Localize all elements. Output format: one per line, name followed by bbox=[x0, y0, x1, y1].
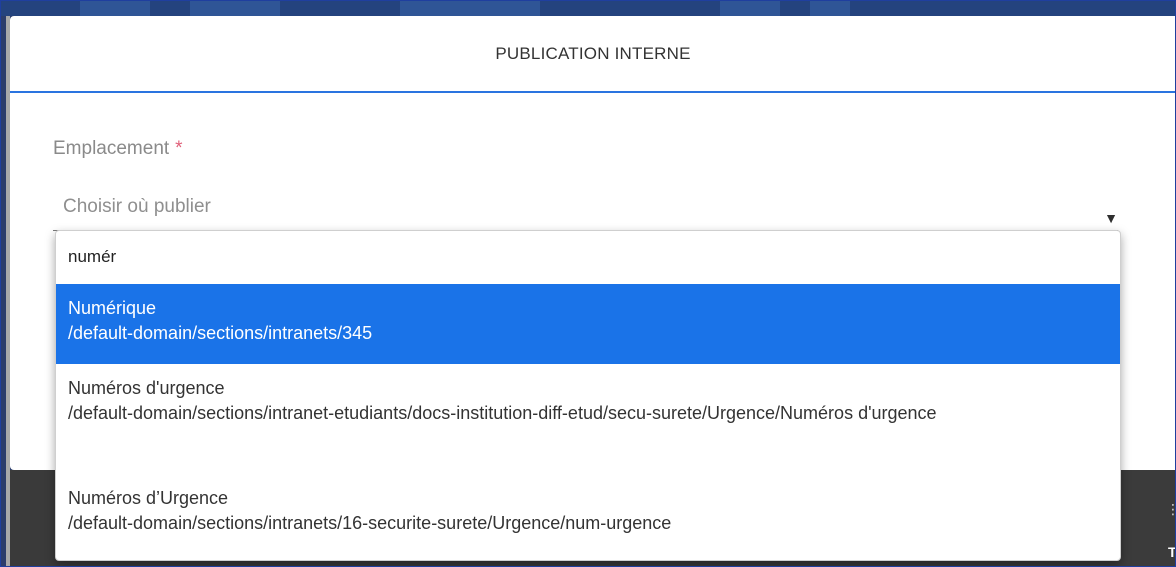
background-cell bbox=[720, 0, 780, 16]
location-search-input[interactable] bbox=[56, 231, 1118, 283]
caret-down-icon[interactable]: ▼ bbox=[1104, 210, 1118, 226]
option-title: Numéros d'urgence bbox=[68, 378, 225, 398]
background-cell bbox=[810, 0, 850, 16]
option-title: Numérique bbox=[68, 298, 157, 318]
option-path: /default-domain/sections/intranets/16-se… bbox=[68, 513, 672, 533]
background-letter: T bbox=[1168, 544, 1176, 560]
dropdown-option-numeros-urgence-intranets[interactable]: Numéros d’Urgence /default-domain/sectio… bbox=[56, 474, 1120, 560]
location-select-placeholder: Choisir où publier bbox=[63, 196, 211, 217]
option-path: /default-domain/sections/intranet-etudia… bbox=[68, 403, 937, 423]
location-field-label: Emplacement * bbox=[53, 138, 183, 160]
modal-title: PUBLICATION INTERNE bbox=[495, 43, 691, 63]
dropdown-option-numerique[interactable]: Numérique /default-domain/sections/intra… bbox=[56, 284, 1120, 364]
dropdown-option-numeros-urgence-etudiants[interactable]: Numéros d'urgence /default-domain/sectio… bbox=[56, 364, 1120, 474]
location-dropdown: Numérique /default-domain/sections/intra… bbox=[55, 230, 1121, 561]
background-cell bbox=[80, 0, 150, 16]
more-icon: ⋮ bbox=[1166, 501, 1176, 517]
option-path: /default-domain/sections/intranets/345 bbox=[68, 323, 373, 343]
required-marker: * bbox=[175, 138, 183, 159]
background-cell bbox=[190, 0, 280, 16]
option-title: Numéros d’Urgence bbox=[68, 488, 229, 508]
modal-header: PUBLICATION INTERNE bbox=[10, 16, 1176, 93]
background-header-strip bbox=[0, 0, 1176, 16]
location-select[interactable]: Choisir où publier ▼ bbox=[53, 194, 1118, 231]
background-cell bbox=[400, 0, 540, 16]
location-label-text: Emplacement bbox=[53, 138, 170, 159]
